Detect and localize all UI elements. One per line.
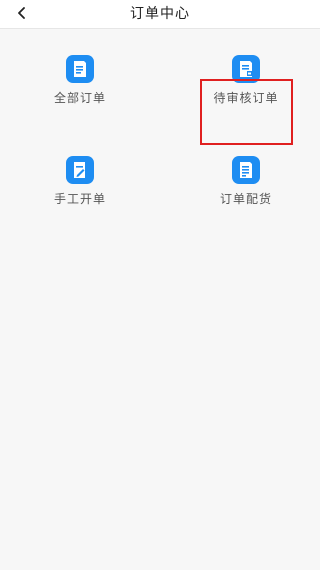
document-edit-icon [66,156,94,184]
menu-item-manual-order[interactable]: 手工开单 [20,156,140,236]
screen: 订单中心 全部订单 待审核订单 手工开单 订单配货 [0,0,320,570]
menu-item-label: 手工开单 [53,192,106,206]
menu-item-all-orders[interactable]: 全部订单 [20,55,140,135]
page-title: 订单中心 [130,6,190,22]
menu-grid: 全部订单 待审核订单 手工开单 订单配货 [0,29,320,570]
document-icon [66,55,94,83]
menu-item-order-allocation[interactable]: 订单配货 [186,156,306,236]
nav-bar: 订单中心 [0,0,320,29]
menu-item-label: 订单配货 [219,192,272,206]
menu-item-label: 全部订单 [53,91,106,105]
highlight-box [200,79,293,145]
document-list-icon [232,156,260,184]
